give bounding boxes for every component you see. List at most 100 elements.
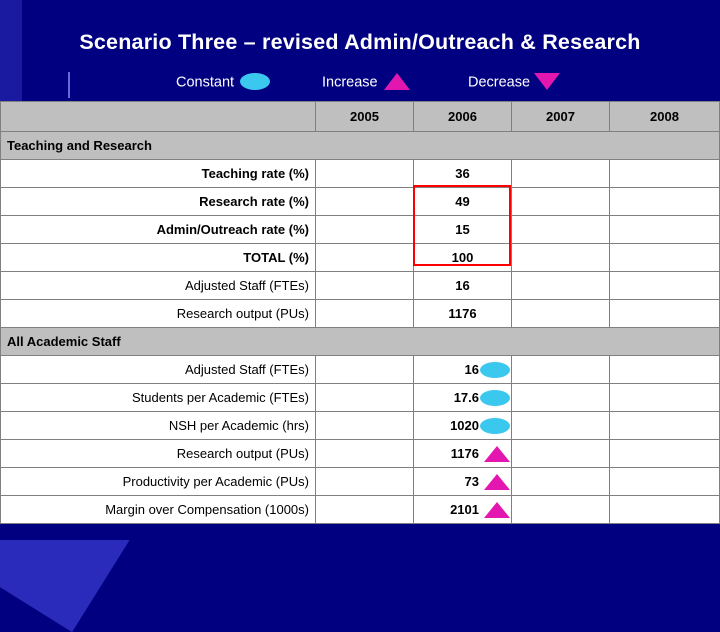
row-value-2006-text: 1020 <box>450 418 479 433</box>
page-title: Scenario Three – revised Admin/Outreach … <box>79 30 641 54</box>
column-header-blank <box>0 101 316 132</box>
row-label: Productivity per Academic (PUs) <box>0 467 316 496</box>
triangle-up-marker-icon <box>484 501 510 518</box>
row-value-2007 <box>511 243 610 272</box>
triangle-down-marker-icon <box>534 73 561 90</box>
row-value-2005 <box>315 187 414 216</box>
section-header-row: All Academic Staff <box>0 327 720 356</box>
row-value-2006: 2101 <box>413 495 512 524</box>
table-row: TOTAL (%) 100 <box>0 243 720 272</box>
legend-label-increase: Increase <box>322 74 378 91</box>
row-label: Admin/Outreach rate (%) <box>0 215 316 244</box>
row-label: Teaching rate (%) <box>0 159 316 188</box>
row-value-2007 <box>511 215 610 244</box>
row-value-2006-text: 16 <box>464 362 479 377</box>
row-value-2006: 15 <box>413 215 512 244</box>
row-value-2006-text: 1176 <box>450 446 479 461</box>
row-value-2007 <box>511 271 610 300</box>
row-value-2007 <box>511 187 610 216</box>
section-header-row: Teaching and Research <box>0 131 720 160</box>
legend: Constant Increase Decrease <box>0 70 720 96</box>
row-value-2005 <box>315 355 414 384</box>
row-value-2008 <box>609 159 720 188</box>
table-row: Admin/Outreach rate (%) 15 <box>0 215 720 244</box>
slide: Scenario Three – revised Admin/Outreach … <box>0 0 720 632</box>
row-value-2006-text: 73 <box>464 474 479 489</box>
row-value-2006: 16 <box>413 355 512 384</box>
row-label: Adjusted Staff (FTEs) <box>0 355 316 384</box>
table-row: Adjusted Staff (FTEs) 16 <box>0 355 720 384</box>
table-row: NSH per Academic (hrs) 1020 <box>0 411 720 440</box>
row-value-2008 <box>609 439 720 468</box>
row-value-2006: 16 <box>413 271 512 300</box>
table-row: Research rate (%) 49 <box>0 187 720 216</box>
row-value-2005 <box>315 383 414 412</box>
column-header-2006: 2006 <box>413 101 512 132</box>
row-value-2006: 1176 <box>413 299 512 328</box>
row-value-2005 <box>315 215 414 244</box>
row-value-2005 <box>315 243 414 272</box>
legend-label-constant: Constant <box>176 74 235 91</box>
row-value-2005 <box>315 495 414 524</box>
row-value-2008 <box>609 411 720 440</box>
row-value-2008 <box>609 243 720 272</box>
row-value-2006: 73 <box>413 467 512 496</box>
row-value-2005 <box>315 271 414 300</box>
table-header-row: 2005 2006 2007 2008 <box>0 101 720 132</box>
row-value-2007 <box>511 467 610 496</box>
row-value-2006: 1020 <box>413 411 512 440</box>
table-row: Teaching rate (%) 36 <box>0 159 720 188</box>
row-label: Margin over Compensation (1000s) <box>0 495 316 524</box>
ellipse-marker-icon <box>480 417 510 434</box>
row-label: TOTAL (%) <box>0 243 316 272</box>
row-value-2006-text: 2101 <box>450 502 479 517</box>
scenario-table: 2005 2006 2007 2008 Teaching and Researc… <box>0 101 720 524</box>
table-row: Students per Academic (FTEs) 17.6 <box>0 383 720 412</box>
ellipse-marker-icon <box>240 73 271 90</box>
row-value-2008 <box>609 383 720 412</box>
ellipse-marker-icon <box>480 361 510 378</box>
row-value-2005 <box>315 411 414 440</box>
section-title-all-academic-staff: All Academic Staff <box>0 327 720 356</box>
decorative-bottom-strip <box>0 524 720 540</box>
row-value-2008 <box>609 355 720 384</box>
row-value-2008 <box>609 495 720 524</box>
row-value-2007 <box>511 355 610 384</box>
legend-item-decrease: Decrease <box>468 73 561 91</box>
row-value-2006: 36 <box>413 159 512 188</box>
column-header-2007: 2007 <box>511 101 610 132</box>
row-value-2006: 100 <box>413 243 512 272</box>
table-row: Margin over Compensation (1000s) 2101 <box>0 495 720 524</box>
row-value-2006: 1176 <box>413 439 512 468</box>
section-title-teaching-and-research: Teaching and Research <box>0 131 720 160</box>
legend-item-constant: Constant <box>176 73 271 91</box>
legend-label-decrease: Decrease <box>468 74 531 91</box>
row-value-2007 <box>511 383 610 412</box>
triangle-up-marker-icon <box>383 73 410 90</box>
row-value-2008 <box>609 271 720 300</box>
row-value-2006: 49 <box>413 187 512 216</box>
row-value-2007 <box>511 495 610 524</box>
column-header-2008: 2008 <box>609 101 720 132</box>
triangle-up-marker-icon <box>484 473 510 490</box>
row-value-2008 <box>609 215 720 244</box>
table-row: Adjusted Staff (FTEs) 16 <box>0 271 720 300</box>
table-row: Research output (PUs) 1176 <box>0 439 720 468</box>
table-row: Research output (PUs) 1176 <box>0 299 720 328</box>
row-value-2008 <box>609 187 720 216</box>
row-value-2007 <box>511 411 610 440</box>
row-value-2005 <box>315 439 414 468</box>
row-label: Adjusted Staff (FTEs) <box>0 271 316 300</box>
row-label: Research output (PUs) <box>0 439 316 468</box>
row-value-2005 <box>315 299 414 328</box>
ellipse-marker-icon <box>480 389 510 406</box>
column-header-2005: 2005 <box>315 101 414 132</box>
row-label: Research output (PUs) <box>0 299 316 328</box>
row-label: Students per Academic (FTEs) <box>0 383 316 412</box>
legend-item-increase: Increase <box>322 73 410 91</box>
row-value-2008 <box>609 299 720 328</box>
table-row: Productivity per Academic (PUs) 73 <box>0 467 720 496</box>
row-value-2006-text: 17.6 <box>453 390 479 405</box>
row-value-2005 <box>315 467 414 496</box>
row-label: Research rate (%) <box>0 187 316 216</box>
